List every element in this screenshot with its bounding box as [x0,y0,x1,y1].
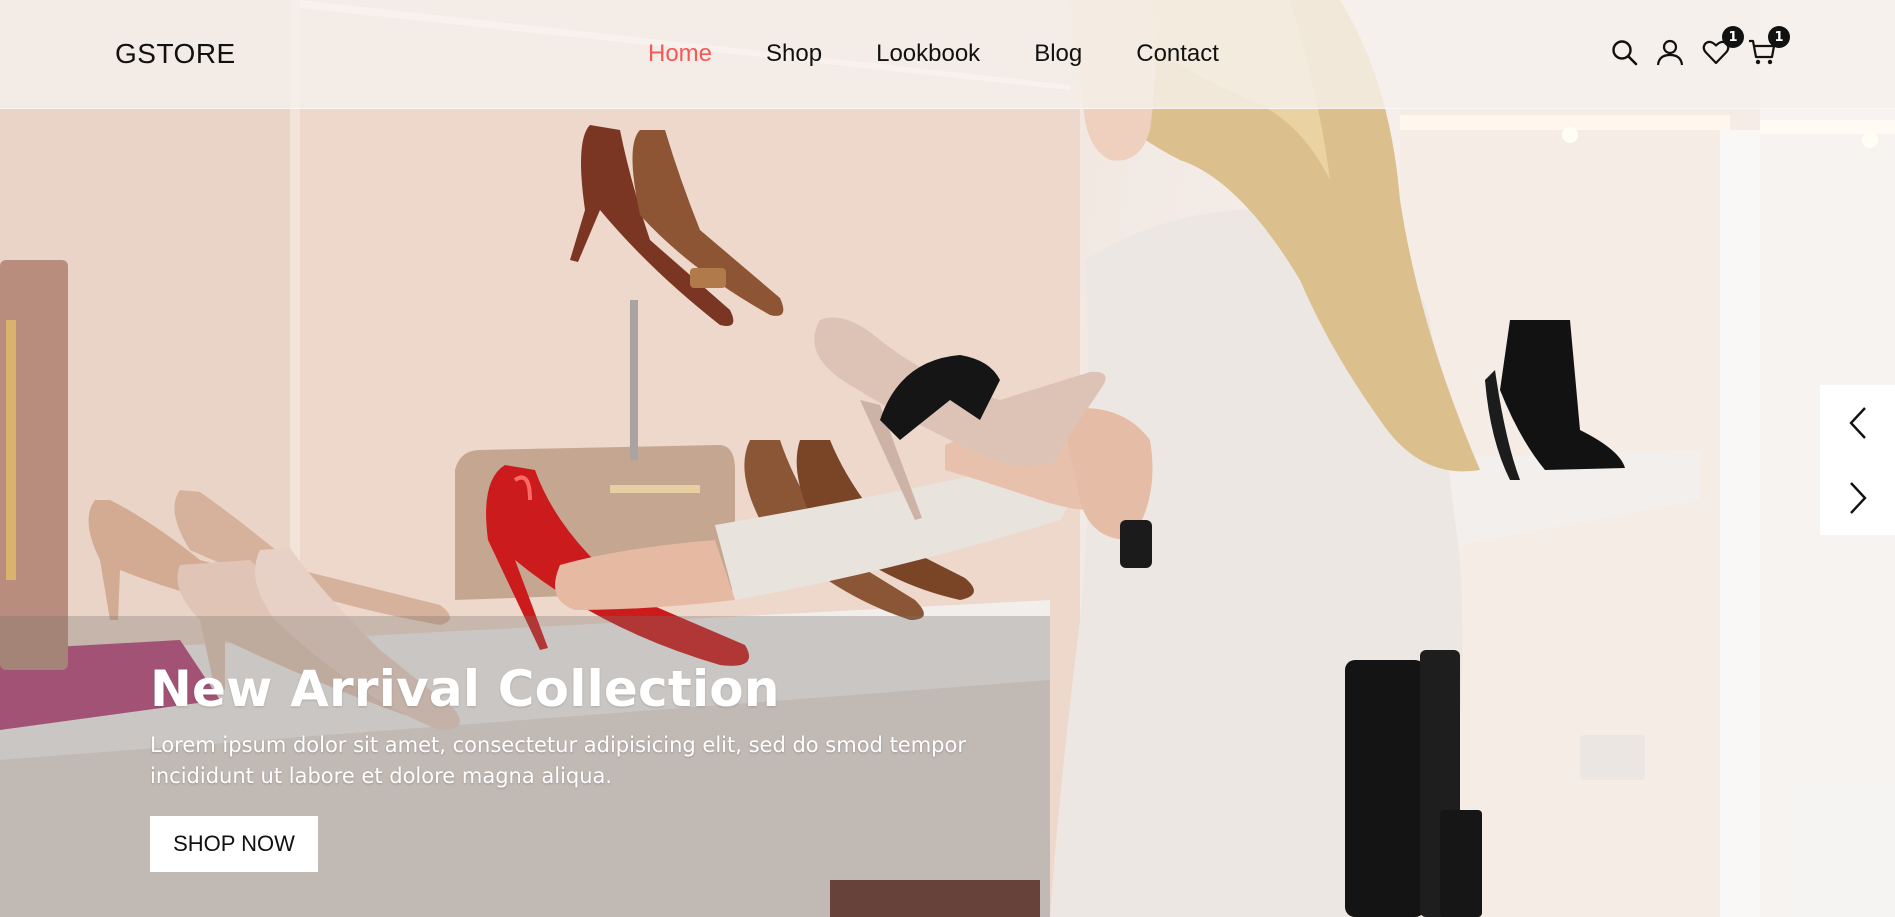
site-header: GSTORE Home Shop Lookbook Blog Contact 1… [0,0,1895,109]
search-icon [1612,40,1638,66]
hero-slider: GSTORE Home Shop Lookbook Blog Contact 1… [0,0,1895,917]
wishlist-count-badge: 1 [1722,26,1744,48]
hero-title: New Arrival Collection [150,660,780,718]
site-logo[interactable]: GSTORE [115,38,236,70]
nav-item-blog[interactable]: Blog [1034,40,1082,68]
nav-item-contact[interactable]: Contact [1136,40,1219,68]
shop-now-button[interactable]: SHOP NOW [150,816,318,872]
account-button[interactable] [1656,38,1684,66]
nav-item-home[interactable]: Home [648,40,712,68]
slider-prev-button[interactable] [1820,385,1895,460]
main-nav: Home Shop Lookbook Blog Contact [648,40,1219,68]
search-button[interactable] [1610,38,1638,66]
user-icon [1656,39,1684,66]
nav-item-shop[interactable]: Shop [766,40,822,68]
nav-item-lookbook[interactable]: Lookbook [876,40,980,68]
slider-controls [1820,385,1895,535]
header-actions: 1 1 [1610,26,1790,66]
hero-description: Lorem ipsum dolor sit amet, consectetur … [150,733,966,788]
slider-next-button[interactable] [1820,460,1895,535]
cart-button[interactable]: 1 [1748,26,1790,66]
wishlist-button[interactable]: 1 [1702,26,1744,66]
chevron-right-icon [1849,481,1867,514]
chevron-left-icon [1848,406,1866,439]
cart-count-badge: 1 [1768,26,1790,48]
